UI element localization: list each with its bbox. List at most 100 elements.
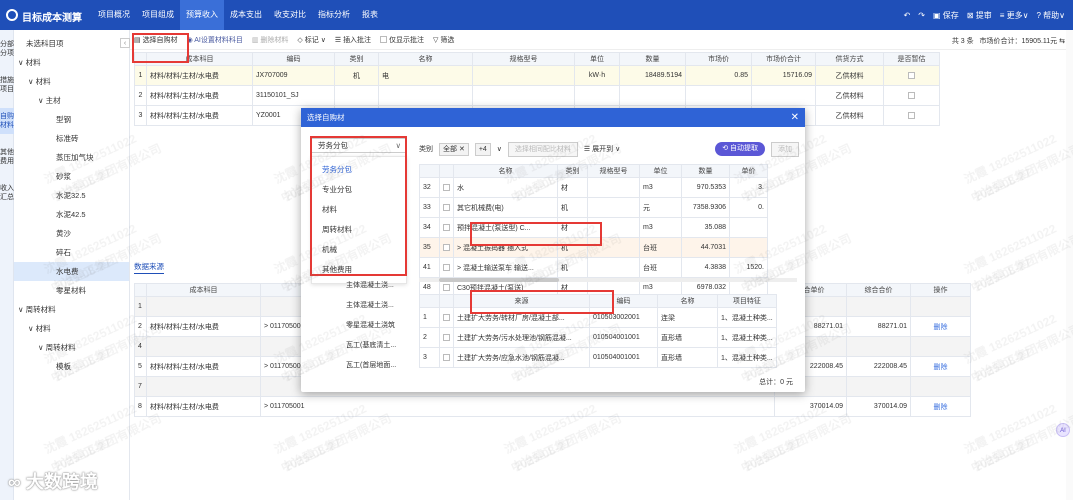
tree-node[interactable]: 水泥32.5 [14,186,129,205]
expand-to-menu[interactable]: ☰ 展开到 ∨ [584,144,620,154]
close-icon[interactable]: ✕ [791,108,799,127]
tree-node[interactable]: 型钢 [14,110,129,129]
column-header[interactable]: 综合合价 [846,283,911,297]
sub-item[interactable]: 主体混凝土浇... [346,300,394,310]
row-checkbox[interactable] [443,243,450,251]
row-checkbox[interactable] [443,263,450,271]
submit-review-button[interactable]: ⊠ 提审 [967,10,992,21]
column-header[interactable]: 来源 [453,294,590,308]
sub-item[interactable]: 零星混凝土浇筑 [346,320,395,330]
chevron-down-icon[interactable]: ∨ [18,305,26,314]
tree-node[interactable]: 水电费 [14,262,129,281]
column-header[interactable]: 成本科目 [146,283,261,297]
left-group-4[interactable]: 收入汇总 [0,180,14,206]
chevron-down-icon[interactable]: ∨ [18,58,26,67]
row-checkbox[interactable] [443,223,450,231]
insert-note-button[interactable]: ☰ 插入批注 [335,35,371,45]
column-header[interactable] [439,294,454,308]
auto-extract-button[interactable]: ⟲ 自动提取 [715,142,765,156]
filter-button[interactable]: ▽ 筛选 [433,35,454,45]
table-row[interactable]: 1 土建扩大劳务/转材厂房/混凝土部... 010503002001 连梁 1、混凝土种… [419,307,777,328]
type-tag-more[interactable]: +4 [474,142,491,156]
tree-node[interactable]: ∨ 材料 [14,72,129,91]
undo-icon[interactable]: ↶ [904,11,911,20]
help-menu[interactable]: ? 帮助∨ [1036,10,1065,21]
table-row[interactable]: 3 土建扩大劳务/应急水池/钢筋混凝... 010504001001 直形墙 1、混凝土… [419,347,777,368]
table-row[interactable]: 1 材料/材料/主材/水电费 JX707009 机电 kW·h 18489.5194 0.8… [134,65,940,86]
category-dropdown[interactable]: 劳务分包 [311,138,407,153]
column-header[interactable]: 项目特征 [717,294,777,308]
category-option[interactable]: 专业分包 [312,180,406,200]
ai-assistant-bubble[interactable]: AI [1056,423,1070,437]
collapse-tree-button[interactable]: ‹ [120,38,130,48]
category-option[interactable]: 劳务分包 [312,160,406,180]
mark-button[interactable]: ◇ 标记 ∨ [297,35,325,45]
left-group-1[interactable]: 措施项目 [0,72,14,98]
column-header[interactable]: 类别 [334,52,379,66]
column-header[interactable]: 单位 [639,164,682,178]
column-header[interactable]: 编码 [589,294,658,308]
more-menu[interactable]: ≡ 更多∨ [1000,10,1029,21]
table-row[interactable]: 8 材料/材料/主材/水电费 > 011705001 370014.09 370014.… [134,396,971,417]
type-tag-all[interactable]: 全部 ✕ [439,142,469,156]
tree-node[interactable]: ∨ 主材 [14,91,129,110]
nav-5[interactable]: 指标分析 [312,0,356,30]
column-header[interactable]: 类别 [557,164,588,178]
column-header[interactable]: 单位 [574,52,620,66]
column-header[interactable]: 是否暂估 [883,52,940,66]
category-option[interactable]: 机械 [312,240,406,260]
sub-item[interactable]: 瓦工(首层地面... [346,360,396,370]
only-note-checkbox[interactable]: 仅显示批注 [380,35,424,45]
category-option[interactable]: 材料 [312,200,406,220]
column-header[interactable]: 规格型号 [472,52,575,66]
table-row[interactable]: 35 > 混凝土振捣器 插入式机 台班 44.7031 [419,237,768,258]
sub-item[interactable]: 瓦工(基底清土... [346,340,396,350]
column-header[interactable]: 供货方式 [815,52,884,66]
category-option[interactable]: 其他费用 [312,260,406,280]
column-header[interactable]: 编码 [252,52,335,66]
delete-material-button[interactable]: ▥ 删除材料 [252,35,289,45]
row-checkbox[interactable] [443,283,450,291]
column-header[interactable]: 数量 [619,52,686,66]
row-checkbox[interactable] [908,111,915,119]
tree-node[interactable]: 黄沙 [14,224,129,243]
tree-node[interactable]: 模板 [14,357,129,376]
column-header[interactable]: 单价 [729,164,768,178]
chevron-down-icon[interactable]: ∨ [28,77,36,86]
select-purchase-button[interactable]: ▤ 选择自购材 [134,35,178,45]
table-row[interactable]: 2 土建扩大劳务/污水处理池/钢筋混凝... 010504001001 直形墙 1、混凝… [419,327,777,348]
nav-3[interactable]: 成本支出 [224,0,268,30]
column-header[interactable]: 名称 [657,294,718,308]
resource-scrollbar[interactable] [419,278,797,282]
nav-0[interactable]: 项目概况 [92,0,136,30]
chevron-down-icon[interactable]: ∨ [38,343,46,352]
row-checkbox[interactable] [908,71,915,79]
table-row[interactable]: 41 > 混凝土输送泵车 输送... 机 台班 4.3838 1520. [419,257,768,278]
table-row[interactable]: 32 水材 m3 970.5353 3. [419,177,768,198]
column-header[interactable] [439,164,454,178]
tree-node[interactable]: ∨ 材料 [14,53,129,72]
column-header[interactable]: 名称 [453,164,558,178]
left-group-0[interactable]: 分部分项 [0,36,14,62]
nav-1[interactable]: 项目组成 [136,0,180,30]
table-row[interactable]: 33 其它机械费(电) 机 元 7358.9306 0. [419,197,768,218]
add-button[interactable]: 添加 [771,141,799,157]
tree-node[interactable]: 碎石 [14,243,129,262]
sub-item[interactable]: 主体混凝土浇... [346,280,394,290]
match-ratio-button[interactable]: 选择相同配比材料 [507,141,578,157]
row-checkbox[interactable] [443,353,450,361]
chevron-down-icon[interactable]: ∨ [28,324,36,333]
column-header[interactable]: 市场价合计 [751,52,816,66]
row-checkbox[interactable] [443,313,450,321]
column-header[interactable] [419,164,440,178]
tree-node[interactable]: 水泥42.5 [14,205,129,224]
data-source-tab[interactable]: 数据来源 [134,261,164,274]
category-option[interactable]: 周转材料 [312,220,406,240]
column-header[interactable]: 成本科目 [146,52,253,66]
row-checkbox[interactable] [443,203,450,211]
chevron-down-icon[interactable]: ∨ [38,96,46,105]
tree-node[interactable]: 未选科目项 [14,34,129,53]
table-row[interactable]: 34 预拌混凝土(泵送型) C... 材 m3 35.088 [419,217,768,238]
ai-set-subject-button[interactable]: ◉ AI设置材料科目 [187,35,243,45]
tree-node[interactable]: ∨ 周转材料 [14,300,129,319]
